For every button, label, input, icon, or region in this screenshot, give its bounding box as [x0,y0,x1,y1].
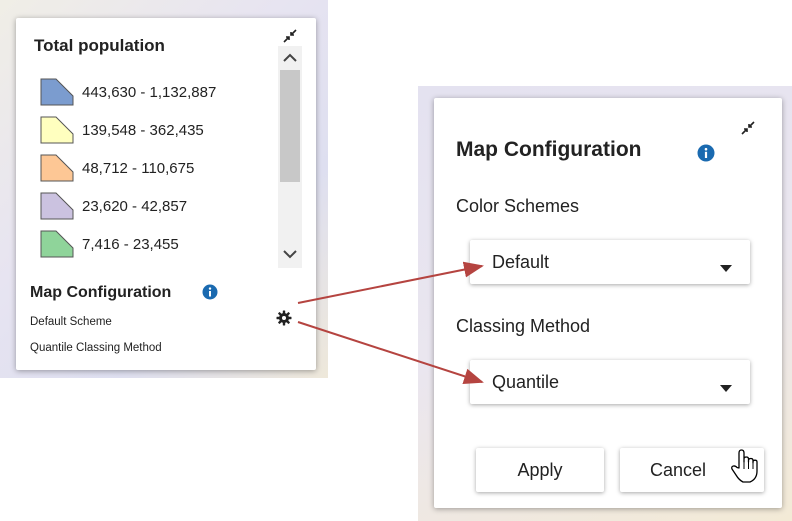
gear-icon[interactable] [276,310,292,331]
legend-swatch [40,192,74,225]
legend-item: 48,712 - 110,675 [36,150,272,188]
legend-swatch [40,78,74,111]
legend-item-label: 7,416 - 23,455 [82,236,179,253]
legend-scrollbar[interactable] [278,46,302,268]
legend-title: Total population [34,36,165,55]
color-scheme-select[interactable]: Default [470,240,750,284]
method-text: Quantile Classing Method [30,342,162,354]
map-configuration-panel: Map Configuration Color Schemes Default … [434,98,782,508]
scroll-up-icon[interactable] [278,48,302,68]
legend-swatch [40,154,74,187]
config-panel-title: Map Configuration [456,138,642,161]
classing-method-value: Quantile [492,372,560,392]
legend-list: 443,630 - 1,132,887 139,548 - 362,435 48… [36,74,272,268]
info-icon[interactable] [697,144,715,167]
legend-item-label: 139,548 - 362,435 [82,122,204,139]
color-scheme-value: Default [492,252,550,272]
collapse-icon[interactable] [740,120,756,141]
legend-item-label: 443,630 - 1,132,887 [82,84,217,101]
color-schemes-label: Color Schemes [456,196,580,216]
caret-down-icon [720,259,732,277]
legend-item: 139,548 - 362,435 [36,112,272,150]
classing-method-label: Classing Method [456,316,591,336]
legend-swatch [40,230,74,263]
scheme-text: Default Scheme [30,316,112,328]
legend-item: 7,416 - 23,455 [36,226,272,264]
legend-item-label: 23,620 - 42,857 [82,198,188,215]
scroll-down-icon[interactable] [278,244,302,264]
legend-item: 443,630 - 1,132,887 [36,74,272,112]
scroll-thumb[interactable] [280,70,300,182]
legend-swatch [40,116,74,149]
legend-item: 23,620 - 42,857 [36,188,272,226]
legend-item-label: 48,712 - 110,675 [82,160,195,177]
caret-down-icon [720,379,732,397]
info-icon[interactable] [202,284,218,305]
legend-panel: Total population 443,630 - 1,132,887 139… [16,18,316,370]
apply-button[interactable]: Apply [476,448,604,492]
legend-config-title: Map Configuration [30,284,172,301]
classing-method-select[interactable]: Quantile [470,360,750,404]
hand-cursor-icon [730,448,760,489]
